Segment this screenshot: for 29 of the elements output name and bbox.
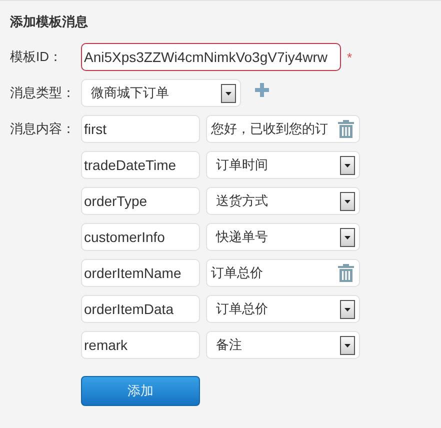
template-id-field[interactable]: Ani5Xps3ZZWi4cmNimkVo3gV7iy4wrw <box>81 43 341 71</box>
key-field[interactable]: customerInfo <box>81 223 200 251</box>
value-dropdown[interactable]: 订单总价 <box>206 295 360 323</box>
value-field[interactable]: 订单总价 <box>206 259 360 287</box>
required-mark: * <box>347 50 352 64</box>
caret-icon[interactable] <box>340 300 355 318</box>
key-field[interactable]: tradeDateTime <box>81 151 200 179</box>
caret-icon[interactable] <box>340 336 355 354</box>
message-type-dropdown[interactable]: 微商城下订单 <box>81 79 241 107</box>
value-dropdown[interactable]: 备注 <box>206 331 360 359</box>
key-field[interactable]: orderType <box>81 187 200 215</box>
key-field[interactable]: remark <box>81 331 200 359</box>
key-field[interactable]: first <box>81 115 200 143</box>
field-label: 消息类型： <box>10 84 76 102</box>
field-label: 消息内容： <box>10 120 76 138</box>
key-field[interactable]: orderItemName <box>81 259 200 287</box>
value-field[interactable]: 您好，已收到您的订 <box>206 115 360 143</box>
form-title: 添加模板消息 <box>10 13 89 31</box>
caret-icon[interactable] <box>340 228 355 246</box>
caret-icon[interactable] <box>340 156 355 174</box>
value-dropdown[interactable]: 订单时间 <box>206 151 360 179</box>
field-label: 模板ID： <box>10 48 63 66</box>
value-dropdown[interactable]: 送货方式 <box>206 187 360 215</box>
key-field[interactable]: orderItemData <box>81 295 200 323</box>
value-dropdown[interactable]: 快递单号 <box>206 223 360 251</box>
caret-icon[interactable] <box>340 192 355 210</box>
delete-icon[interactable] <box>338 264 354 282</box>
delete-icon[interactable] <box>338 120 354 138</box>
caret-icon[interactable] <box>221 84 236 102</box>
